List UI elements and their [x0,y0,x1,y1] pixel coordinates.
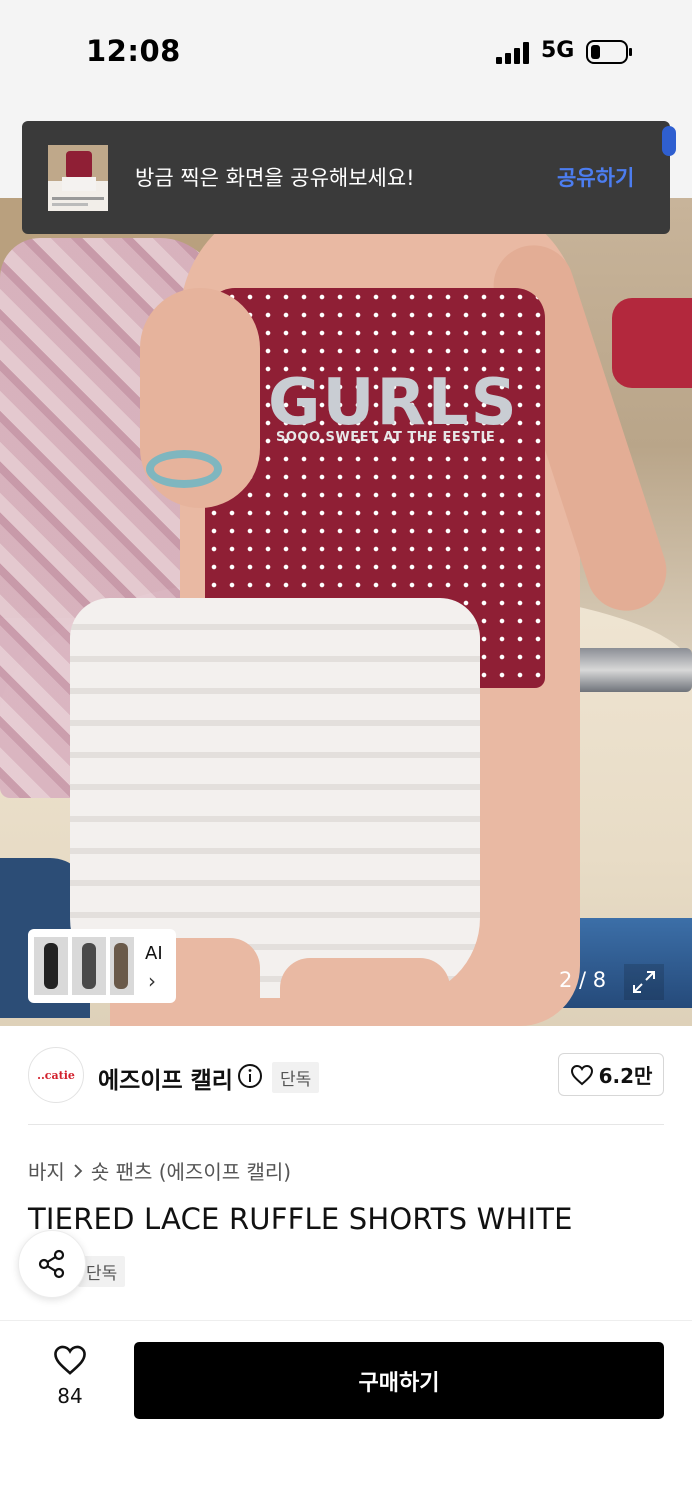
toast-message: 방금 찍은 화면을 공유해보세요! [135,166,415,190]
product-image-gallery[interactable]: GURLS SOOO SWEET AT THE FESTIE [0,198,692,1026]
ai-thumbnail [34,937,68,995]
signal-icon [496,42,529,64]
share-icon [38,1249,65,1279]
heart-icon [570,1064,593,1085]
shirt-print: GURLS [268,366,519,440]
share-toast: 방금 찍은 화면을 공유해보세요! 공유하기 [22,121,670,234]
buy-button[interactable]: 구매하기 [134,1342,664,1419]
brand-like-button[interactable]: 6.2만 [558,1053,664,1096]
brand-like-count: 6.2만 [598,1064,653,1088]
ai-thumbnail [72,937,106,995]
toast-share-button[interactable]: 공유하기 [557,162,634,192]
ai-label: AI [145,943,163,964]
breadcrumb-item[interactable]: 숏 팬츠 (에즈이프 캘리) [91,1156,291,1185]
brand-logo[interactable]: ..catie [28,1047,84,1103]
breadcrumb: 바지 숏 팬츠 (에즈이프 캘리) [28,1156,291,1185]
product-title: TIERED LACE RUFFLE SHORTS WHITE [28,1202,573,1236]
divider [28,1124,664,1125]
toast-edge-indicator [662,126,676,156]
wishlist-count: 84 [57,1384,83,1408]
car-seat [612,298,692,388]
shirt-print-sub: SOOO SWEET AT THE FESTIE [276,430,496,445]
breadcrumb-item[interactable]: 바지 [28,1156,65,1185]
heart-icon [54,1345,86,1375]
expand-icon[interactable] [624,964,664,1000]
model-leg-right [280,958,450,1026]
battery-icon [586,40,632,64]
network-label: 5G [541,38,575,63]
screenshot-thumbnail [48,145,108,211]
chevron-right-icon: › [148,969,156,993]
chevron-right-icon [74,1163,83,1178]
status-time: 12:08 [86,34,181,68]
wishlist-button[interactable]: 84 [40,1344,100,1414]
info-icon[interactable] [237,1063,263,1089]
ai-style-button[interactable]: AI › [28,929,176,1003]
exclusive-badge: 단독 [272,1062,320,1093]
share-button[interactable] [18,1230,86,1298]
bracelet [146,450,222,488]
ai-thumbnail [110,937,134,995]
image-page-counter: 2 / 8 [559,968,607,992]
brand-name[interactable]: 에즈이프 캘리 [98,1061,233,1095]
